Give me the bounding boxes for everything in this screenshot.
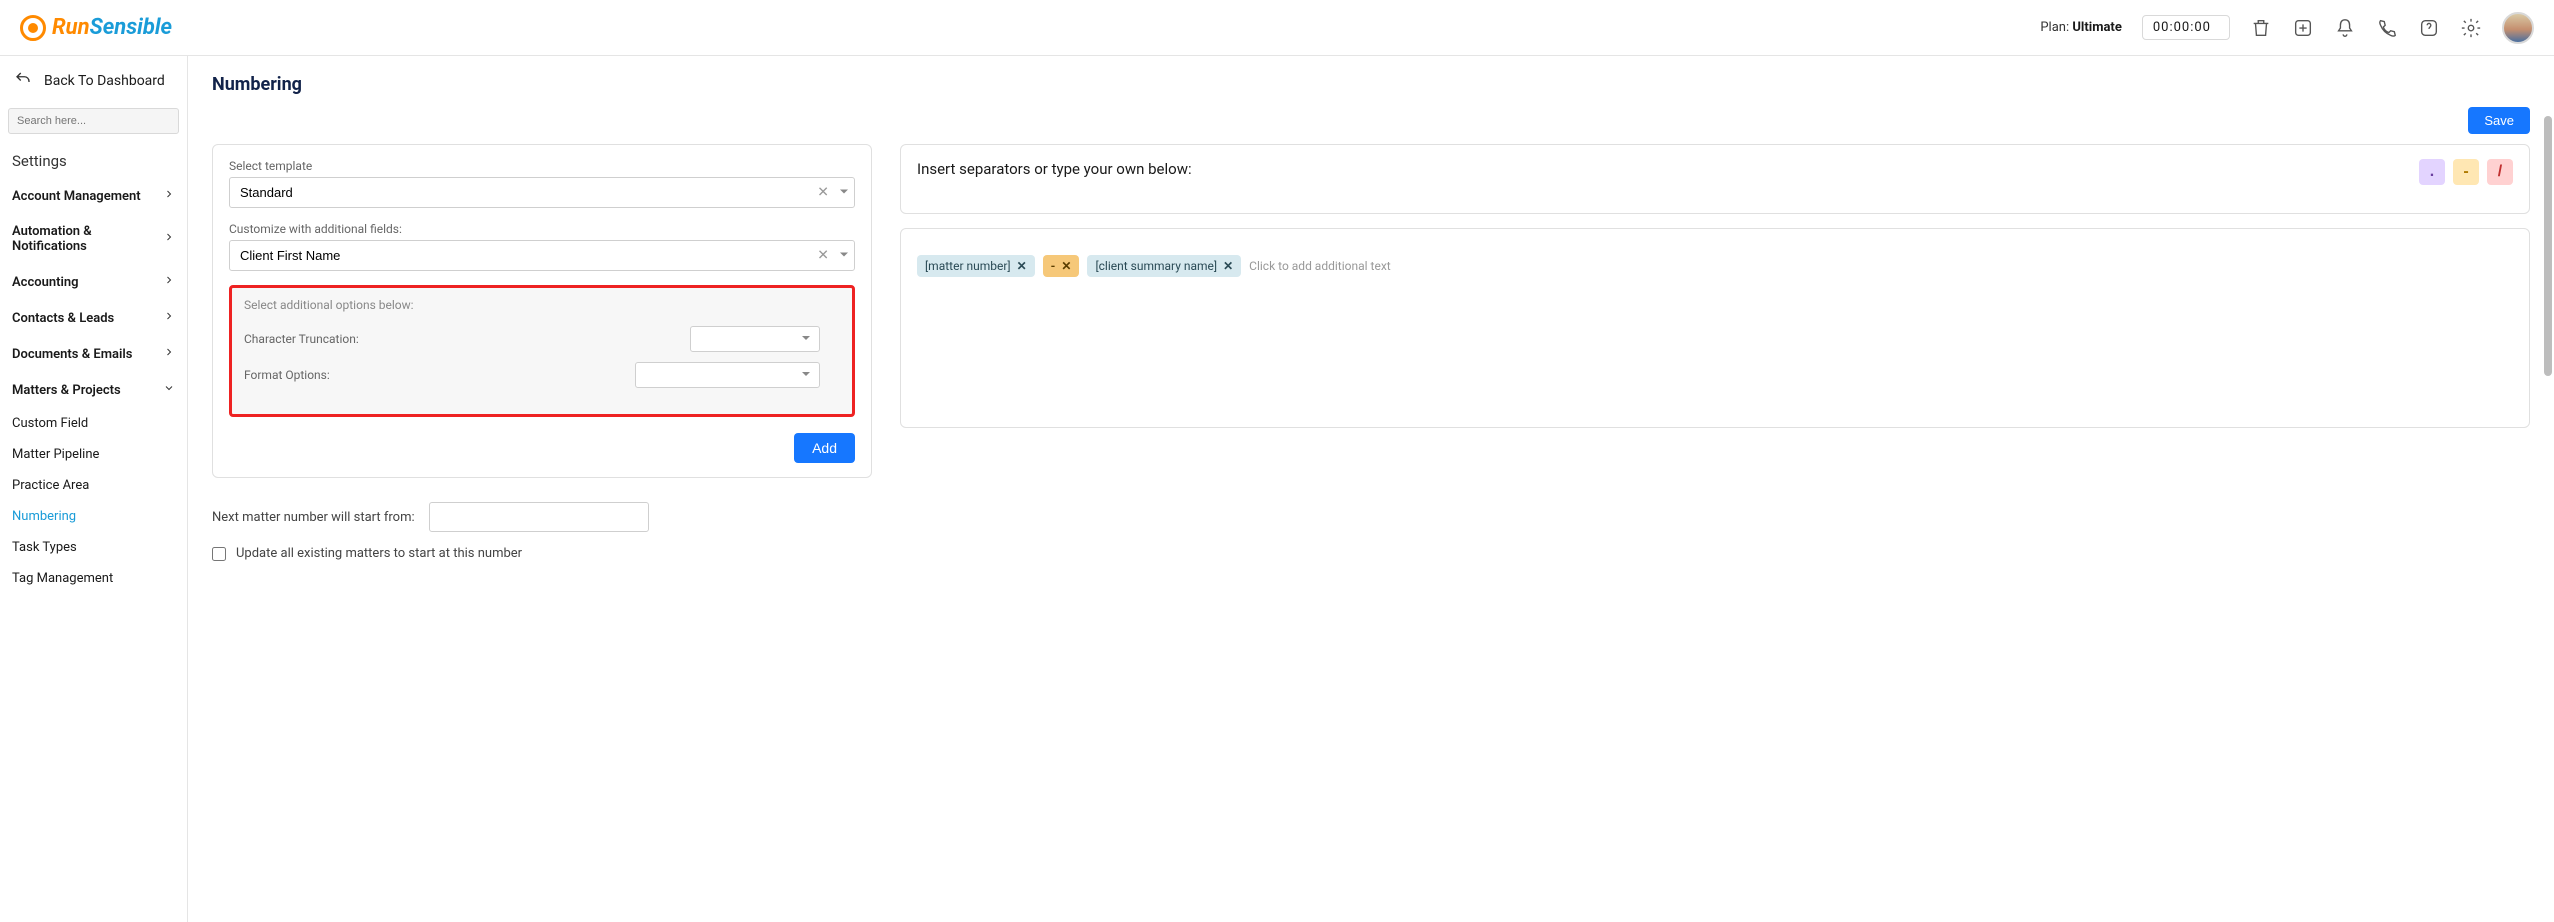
update-all-checkbox[interactable] — [212, 547, 226, 561]
chevron-right-icon — [163, 274, 175, 290]
plan-label: Plan: — [2040, 20, 2069, 35]
settings-header: Settings — [0, 144, 187, 178]
nav-contacts-leads[interactable]: Contacts & Leads — [0, 300, 187, 336]
sidebar: Back To Dashboard Settings Account Manag… — [0, 56, 188, 922]
options-title: Select additional options below: — [244, 298, 840, 312]
nav-documents-emails[interactable]: Documents & Emails — [0, 336, 187, 372]
close-icon[interactable]: ✕ — [1223, 259, 1233, 273]
char-truncation-label: Character Truncation: — [244, 332, 359, 346]
additional-options-box: Select additional options below: Charact… — [229, 285, 855, 417]
tag-label: [client summary name] — [1095, 259, 1217, 273]
back-label: Back To Dashboard — [44, 73, 165, 89]
logo-sensible: Sensible — [90, 15, 172, 40]
tag-separator-dash[interactable]: - ✕ — [1043, 255, 1080, 277]
tag-label: - — [1051, 259, 1056, 273]
topbar-right: Plan: Ultimate 00:00:00 — [2040, 12, 2534, 44]
scrollbar-thumb[interactable] — [2544, 116, 2552, 376]
plan-value: Ultimate — [2072, 20, 2122, 35]
tag-matter-number[interactable]: [matter number] ✕ — [917, 255, 1035, 277]
close-icon[interactable]: ✕ — [1017, 259, 1027, 273]
update-all-label: Update all existing matters to start at … — [236, 546, 522, 561]
chevron-right-icon — [163, 346, 175, 362]
chevron-down-icon — [163, 382, 175, 398]
nav-accounting[interactable]: Accounting — [0, 264, 187, 300]
subnav-matters: Custom Field Matter Pipeline Practice Ar… — [0, 408, 187, 594]
customize-input[interactable] — [229, 240, 855, 271]
nav-label: Documents & Emails — [12, 347, 132, 362]
subnav-task-types[interactable]: Task Types — [0, 532, 187, 563]
scrollbar[interactable] — [2544, 56, 2552, 922]
customize-label: Customize with additional fields: — [229, 222, 855, 236]
nav-automation-notifications[interactable]: Automation & Notifications — [0, 214, 187, 264]
help-icon[interactable] — [2418, 17, 2440, 39]
chevron-down-icon[interactable] — [839, 185, 849, 200]
start-number-section: Next matter number will start from: Upda… — [212, 502, 872, 561]
nav-label: Matters & Projects — [12, 383, 121, 398]
undo-icon — [14, 70, 32, 92]
trash-icon[interactable] — [2250, 17, 2272, 39]
timer-value: 00:00:00 — [2153, 20, 2211, 35]
chevron-right-icon — [163, 188, 175, 204]
back-to-dashboard[interactable]: Back To Dashboard — [0, 60, 187, 102]
separator-dot-button[interactable]: . — [2419, 159, 2445, 185]
chevron-right-icon — [163, 231, 175, 247]
clear-icon[interactable]: ✕ — [813, 186, 833, 200]
add-button[interactable]: Add — [794, 433, 855, 463]
logo-icon — [20, 15, 46, 41]
logo[interactable]: RunSensible — [20, 15, 172, 41]
template-label: Select template — [229, 159, 855, 173]
char-truncation-select[interactable] — [690, 326, 820, 352]
add-square-icon[interactable] — [2292, 17, 2314, 39]
customize-select[interactable]: ✕ — [229, 240, 855, 271]
save-button[interactable]: Save — [2468, 107, 2530, 134]
tag-client-summary[interactable]: [client summary name] ✕ — [1087, 255, 1241, 277]
avatar[interactable] — [2502, 12, 2534, 44]
main-content: Numbering Save Select template ✕ Customi… — [188, 56, 2554, 922]
chevron-down-icon[interactable] — [839, 248, 849, 263]
format-options-label: Format Options: — [244, 368, 330, 382]
template-select[interactable]: ✕ — [229, 177, 855, 208]
subnav-matter-pipeline[interactable]: Matter Pipeline — [0, 439, 187, 470]
template-card: Select template ✕ Customize with additio… — [212, 144, 872, 478]
gear-icon[interactable] — [2460, 17, 2482, 39]
close-icon[interactable]: ✕ — [1061, 259, 1071, 273]
plan-indicator: Plan: Ultimate — [2040, 20, 2122, 35]
subnav-numbering[interactable]: Numbering — [0, 501, 187, 532]
chevron-down-icon — [801, 332, 811, 347]
nav-label: Contacts & Leads — [12, 311, 114, 326]
separator-dash-button[interactable]: - — [2453, 159, 2479, 185]
template-input[interactable] — [229, 177, 855, 208]
nav-label: Accounting — [12, 275, 79, 290]
nav-label: Automation & Notifications — [12, 224, 163, 254]
tags-card: [matter number] ✕ - ✕ [client summary na… — [900, 228, 2530, 428]
bell-icon[interactable] — [2334, 17, 2356, 39]
separators-card: Insert separators or type your own below… — [900, 144, 2530, 214]
add-text-hint[interactable]: Click to add additional text — [1249, 259, 1391, 273]
nav-account-management[interactable]: Account Management — [0, 178, 187, 214]
subnav-custom-field[interactable]: Custom Field — [0, 408, 187, 439]
separators-title: Insert separators or type your own below… — [917, 160, 1192, 178]
clear-icon[interactable]: ✕ — [813, 249, 833, 263]
topbar: RunSensible Plan: Ultimate 00:00:00 — [0, 0, 2554, 56]
page-title: Numbering — [212, 74, 2530, 95]
next-number-input[interactable] — [429, 502, 649, 532]
subnav-practice-area[interactable]: Practice Area — [0, 470, 187, 501]
phone-icon[interactable] — [2376, 17, 2398, 39]
separators-column: Insert separators or type your own below… — [900, 144, 2530, 428]
format-options-select[interactable] — [635, 362, 820, 388]
nav-matters-projects[interactable]: Matters & Projects — [0, 372, 187, 408]
separator-slash-button[interactable]: / — [2487, 159, 2513, 185]
chevron-right-icon — [163, 310, 175, 326]
nav-label: Account Management — [12, 189, 141, 204]
chevron-down-icon — [801, 368, 811, 383]
search-box — [8, 108, 179, 134]
tag-label: [matter number] — [925, 259, 1011, 273]
timer-widget[interactable]: 00:00:00 — [2142, 15, 2230, 40]
next-number-label: Next matter number will start from: — [212, 510, 415, 525]
search-input[interactable] — [8, 108, 179, 134]
logo-run: Run — [52, 15, 90, 40]
subnav-tag-management[interactable]: Tag Management — [0, 563, 187, 594]
